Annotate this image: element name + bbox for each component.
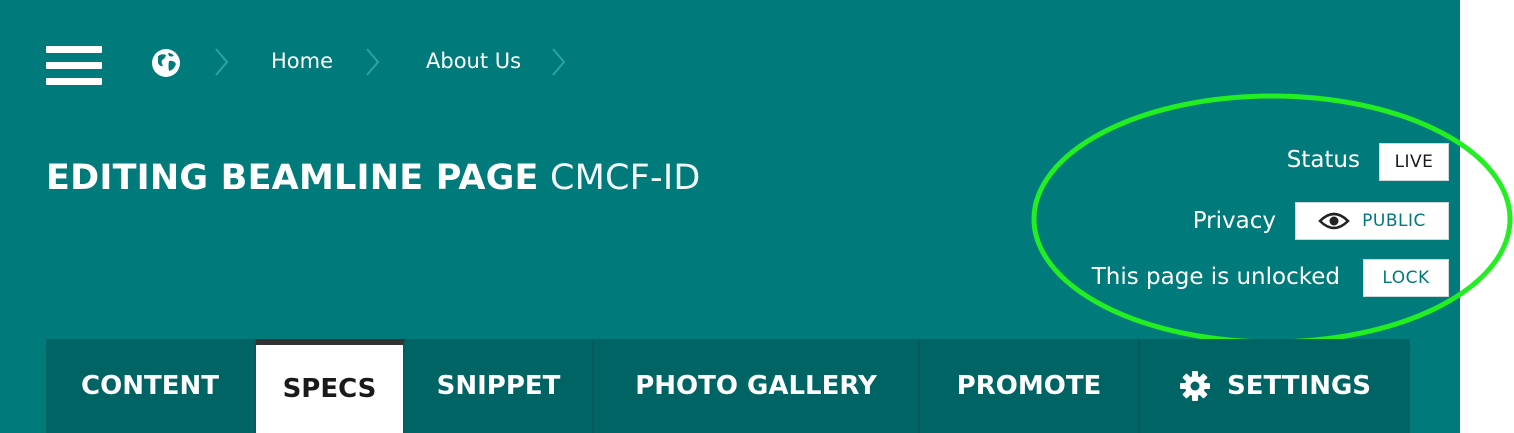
status-live-button[interactable]: LIVE: [1379, 143, 1449, 181]
chevron-right-icon: [215, 48, 229, 76]
tab-promote[interactable]: PROMOTE: [920, 339, 1140, 433]
tab-content[interactable]: CONTENT: [46, 339, 256, 433]
gear-icon: [1179, 371, 1210, 401]
privacy-public-button[interactable]: PUBLIC: [1295, 202, 1449, 240]
page-title: EDITING BEAMLINE PAGE CMCF-ID: [46, 156, 701, 200]
tab-label: SPECS: [282, 374, 377, 404]
tab-bar: CONTENT SPECS SNIPPET PHOTO GALLERY PROM…: [46, 339, 1410, 433]
tab-photo-gallery[interactable]: PHOTO GALLERY: [594, 339, 920, 433]
tab-label: PHOTO GALLERY: [635, 371, 877, 401]
lock-button-label: LOCK: [1382, 268, 1430, 288]
status-label: Status: [1286, 147, 1360, 173]
hamburger-menu-icon[interactable]: [46, 46, 102, 86]
breadcrumb-about-us[interactable]: About Us: [426, 48, 521, 74]
chevron-right-icon: [366, 48, 380, 76]
page-title-name: CMCF-ID: [550, 158, 701, 198]
breadcrumb-home[interactable]: Home: [271, 48, 333, 74]
page-title-prefix: EDITING BEAMLINE PAGE: [46, 158, 539, 198]
tab-label: SNIPPET: [436, 371, 561, 401]
tab-label: CONTENT: [81, 371, 219, 401]
privacy-value: PUBLIC: [1362, 211, 1426, 231]
status-value: LIVE: [1394, 152, 1434, 172]
eye-icon: [1318, 212, 1350, 230]
chevron-right-icon: [552, 48, 566, 76]
globe-icon[interactable]: [150, 47, 182, 79]
lock-status-label: This page is unlocked: [1091, 264, 1340, 290]
tab-label: PROMOTE: [956, 371, 1102, 401]
tab-label: SETTINGS: [1226, 371, 1372, 401]
privacy-label: Privacy: [1192, 208, 1276, 234]
tab-specs[interactable]: SPECS: [256, 339, 405, 433]
tab-snippet[interactable]: SNIPPET: [405, 339, 594, 433]
lock-button[interactable]: LOCK: [1363, 259, 1449, 297]
tab-settings[interactable]: SETTINGS: [1140, 339, 1410, 433]
